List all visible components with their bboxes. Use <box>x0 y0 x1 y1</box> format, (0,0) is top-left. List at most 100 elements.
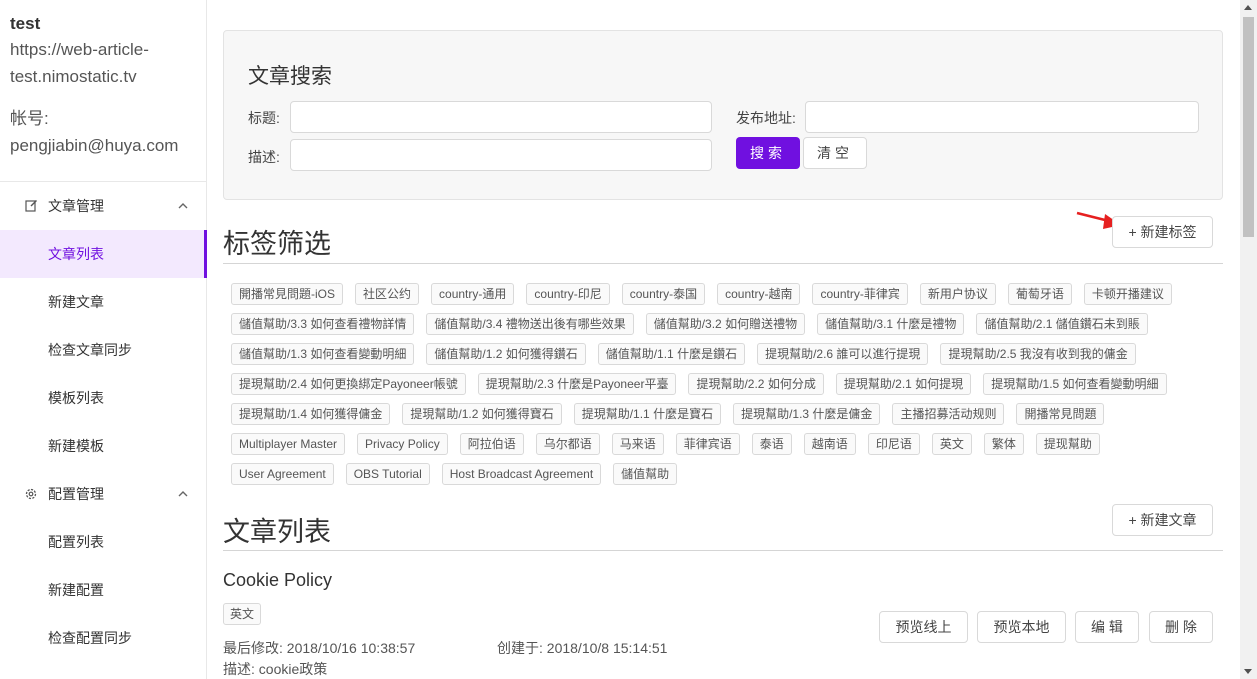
tag-chip[interactable]: country-菲律宾 <box>812 283 908 305</box>
article-title[interactable]: Cookie Policy <box>223 570 332 591</box>
tag-chip[interactable]: Privacy Policy <box>357 433 448 455</box>
tag-chip[interactable]: country-通用 <box>431 283 515 305</box>
tag-chip[interactable]: OBS Tutorial <box>345 463 430 485</box>
scroll-down-icon[interactable] <box>1244 669 1252 674</box>
tag-list: 開播常見問題-iOS 社区公约 country-通用 country-印尼 countr… <box>231 283 1221 493</box>
new-tag-button[interactable]: + 新建标签 <box>1112 216 1213 248</box>
title-label: 标题: <box>248 110 280 126</box>
tag-chip[interactable]: Multiplayer Master <box>231 433 346 455</box>
tag-chip[interactable]: 提現幫助/1.4 如何獲得傭金 <box>231 403 391 425</box>
tag-chip[interactable]: 儲值幫助/1.2 如何獲得鑽石 <box>426 343 586 365</box>
divider <box>223 263 1223 264</box>
article-tag: 英文 <box>223 603 262 625</box>
tag-chip[interactable]: 提現幫助/1.3 什麼是傭金 <box>733 403 881 425</box>
sidebar: test https://web-article- test.nimostati… <box>0 0 207 679</box>
new-article-button[interactable]: + 新建文章 <box>1112 504 1213 536</box>
tag-chip[interactable]: 儲值幫助/1.3 如何查看變動明細 <box>231 343 415 365</box>
tag-chip[interactable]: 提現幫助/2.2 如何分成 <box>688 373 824 395</box>
tag-chip[interactable]: 社区公约 <box>355 283 420 305</box>
article-modified: 最后修改: 2018/10/16 10:38:57 <box>223 640 416 656</box>
tag-chip[interactable]: 卡顿开播建议 <box>1083 283 1172 305</box>
clear-button[interactable]: 清空 <box>803 137 867 169</box>
tag-chip[interactable]: 開播常見問題-iOS <box>231 283 344 305</box>
article-created: 创建于: 2018/10/8 15:14:51 <box>497 640 668 656</box>
article-description: 描述: cookie政策 <box>223 661 328 677</box>
tag-chip[interactable]: 主播招募活动规则 <box>892 403 1005 425</box>
search-panel: 文章搜索 标题: 发布地址: 描述: 搜索 清空 <box>223 30 1223 200</box>
sidebar-item-new-template[interactable]: 新建模板 <box>0 422 206 470</box>
user-url-line1: https://web-article- <box>10 40 149 59</box>
tag-chip[interactable]: country-印尼 <box>526 283 610 305</box>
search-button[interactable]: 搜索 <box>736 137 800 169</box>
address-label: 发布地址: <box>736 110 796 126</box>
tag-chip[interactable]: 葡萄牙语 <box>1007 283 1072 305</box>
tag-chip[interactable]: 马来语 <box>611 433 664 455</box>
article-list-title: 文章列表 <box>223 517 331 547</box>
menu-group-article-label: 文章管理 <box>48 198 104 214</box>
tag-chip[interactable]: 英文 <box>931 433 972 455</box>
tag-chip[interactable]: 儲值幫助/3.4 禮物送出後有哪些效果 <box>426 313 634 335</box>
tag-chip[interactable]: 乌尔都语 <box>535 433 600 455</box>
menu-group-config-label: 配置管理 <box>48 486 104 502</box>
menu-group-config[interactable]: 配置管理 <box>0 470 206 518</box>
delete-button[interactable]: 删 除 <box>1149 611 1213 643</box>
chevron-up-icon <box>178 200 188 212</box>
tag-chip[interactable]: 菲律宾语 <box>675 433 740 455</box>
sidebar-item-config-list[interactable]: 配置列表 <box>0 518 206 566</box>
desc-label: 描述: <box>248 149 280 165</box>
tag-chip[interactable]: 提現幫助/2.4 如何更換綁定Payoneer帳號 <box>231 373 466 395</box>
scroll-up-icon[interactable] <box>1244 5 1252 10</box>
preview-local-button[interactable]: 预览本地 <box>977 611 1066 643</box>
tag-chip[interactable]: Host Broadcast Agreement <box>441 463 602 485</box>
user-email: pengjiabin@huya.com <box>10 136 179 155</box>
tag-chip[interactable]: 提現幫助/1.5 如何查看變動明細 <box>983 373 1167 395</box>
tag-chip[interactable]: 提現幫助/1.1 什麼是寶石 <box>573 403 722 425</box>
tag-chip[interactable]: 繁体 <box>983 433 1024 455</box>
tag-chip[interactable]: country-泰国 <box>621 283 706 305</box>
tag-chip[interactable]: 印尼语 <box>867 433 920 455</box>
address-input[interactable] <box>805 101 1199 133</box>
tag-chip[interactable]: 新用户协议 <box>919 283 996 305</box>
title-input[interactable] <box>290 101 712 133</box>
menu-group-article[interactable]: 文章管理 <box>0 182 206 230</box>
tag-chip[interactable]: 儲值幫助/2.1 儲值鑽石未到賬 <box>976 313 1148 335</box>
user-name: test <box>10 14 41 33</box>
account-label: 帐号: <box>10 109 49 128</box>
tag-chip[interactable]: 儲值幫助/3.3 如何查看禮物詳情 <box>231 313 415 335</box>
edit-icon <box>24 199 38 213</box>
edit-button[interactable]: 编 辑 <box>1075 611 1139 643</box>
tag-chip[interactable]: 提現幫助/1.2 如何獲得寶石 <box>402 403 562 425</box>
sidebar-item-template-list[interactable]: 模板列表 <box>0 374 206 422</box>
divider <box>223 550 1223 551</box>
tag-chip[interactable]: 儲值幫助/1.1 什麼是鑽石 <box>597 343 746 365</box>
chevron-up-icon <box>178 488 188 500</box>
tag-chip[interactable]: 越南语 <box>803 433 856 455</box>
tag-chip[interactable]: 儲值幫助/3.1 什麼是禮物 <box>817 313 965 335</box>
gear-icon <box>24 487 38 501</box>
preview-online-button[interactable]: 预览线上 <box>879 611 968 643</box>
user-info: test https://web-article- test.nimostati… <box>0 0 206 182</box>
tag-chip[interactable]: User Agreement <box>231 463 334 485</box>
tag-chip[interactable]: 提現幫助/2.6 誰可以進行提現 <box>757 343 929 365</box>
scrollbar[interactable] <box>1240 0 1257 679</box>
tag-chip[interactable]: 提现幫助 <box>1035 433 1100 455</box>
sidebar-item-article-list[interactable]: 文章列表 <box>0 230 207 278</box>
tag-chip[interactable]: 阿拉伯语 <box>459 433 524 455</box>
sidebar-item-check-article-sync[interactable]: 检查文章同步 <box>0 326 206 374</box>
tag-filter-title: 标签筛选 <box>223 229 331 259</box>
tag-chip[interactable]: 儲值幫助 <box>613 463 678 485</box>
tag-chip[interactable]: 開播常見問題 <box>1016 403 1105 425</box>
user-url-line2: test.nimostatic.tv <box>10 67 137 86</box>
search-title: 文章搜索 <box>248 65 332 88</box>
tag-chip[interactable]: country-越南 <box>717 283 801 305</box>
tag-chip[interactable]: 泰语 <box>751 433 792 455</box>
sidebar-item-new-config[interactable]: 新建配置 <box>0 566 206 614</box>
scrollbar-thumb[interactable] <box>1243 17 1254 237</box>
desc-input[interactable] <box>290 139 712 171</box>
tag-chip[interactable]: 儲值幫助/3.2 如何贈送禮物 <box>645 313 806 335</box>
sidebar-item-check-config-sync[interactable]: 检查配置同步 <box>0 614 206 662</box>
tag-chip[interactable]: 提現幫助/2.5 我沒有收到我的傭金 <box>940 343 1136 365</box>
tag-chip[interactable]: 提現幫助/2.3 什麼是Payoneer平臺 <box>477 373 677 395</box>
sidebar-item-new-article[interactable]: 新建文章 <box>0 278 206 326</box>
tag-chip[interactable]: 提現幫助/2.1 如何提現 <box>835 373 972 395</box>
